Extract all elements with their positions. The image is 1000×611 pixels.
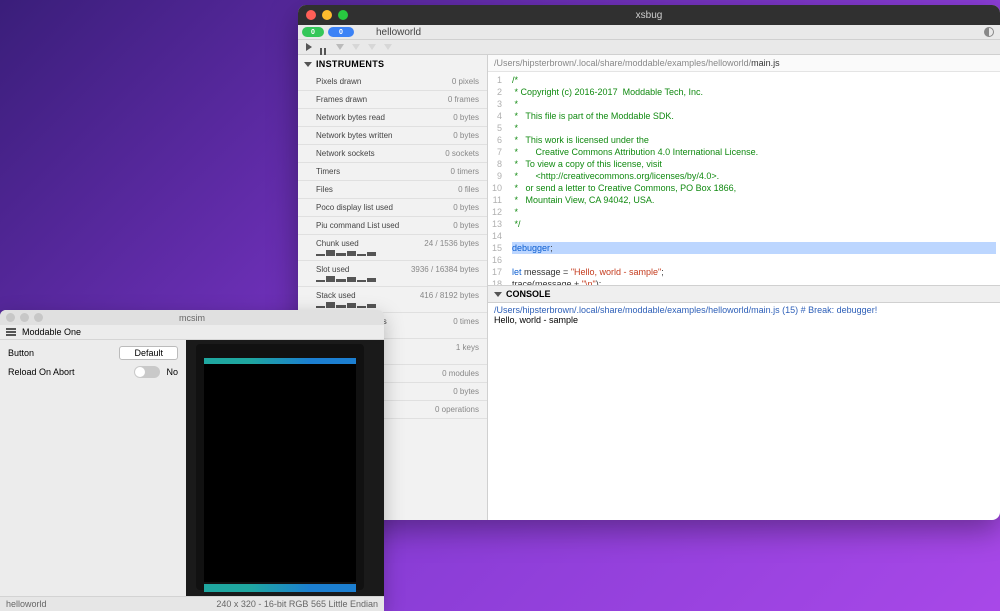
metric-label: Pixels drawn (316, 77, 361, 86)
metric-value: 0 timers (451, 167, 479, 176)
metric-label: Piu command List used (316, 221, 399, 230)
xsbug-titlebar[interactable]: xsbug (298, 5, 1000, 25)
metric-value: 0 bytes (453, 203, 479, 212)
metric-value: 0 frames (448, 95, 479, 104)
metric-label: Poco display list used (316, 203, 393, 212)
metric-row: Pixels drawn 0 pixels (298, 73, 487, 91)
status-bar: helloworld 240 x 320 - 16-bit RGB 565 Li… (0, 596, 384, 611)
metric-row: Network bytes written 0 bytes (298, 127, 487, 145)
tab-helloworld[interactable]: helloworld (376, 27, 421, 38)
machine-pill[interactable]: 0 (328, 27, 354, 37)
maximize-icon[interactable] (338, 10, 348, 20)
sparkline-icon (316, 276, 376, 282)
metric-value: 0 bytes (453, 221, 479, 230)
status-format: 240 x 320 - 16-bit RGB 565 Little Endian (216, 599, 378, 609)
metric-label: Stack used (316, 291, 356, 300)
stop-icon[interactable] (384, 44, 392, 50)
status-app: helloworld (6, 599, 47, 609)
window-title: mcsim (179, 313, 205, 323)
minimize-icon[interactable] (322, 10, 332, 20)
minimize-icon[interactable] (20, 313, 29, 322)
sparkline-icon (316, 250, 376, 256)
device-name: Moddable One (22, 327, 81, 337)
theme-toggle-icon[interactable] (984, 27, 994, 37)
reload-value: No (166, 367, 178, 377)
metric-value: 1 keys (456, 343, 479, 352)
metric-value: 0 bytes (453, 113, 479, 122)
editor-panel: /Users/hipsterbrown/.local/share/moddabl… (488, 55, 1000, 520)
breakpoint-count-pill[interactable]: 0 (302, 27, 324, 37)
chevron-down-icon (304, 62, 312, 67)
metric-value: 416 / 8192 bytes (420, 291, 479, 300)
reload-toggle[interactable] (134, 366, 160, 378)
mcsim-titlebar[interactable]: mcsim (0, 310, 384, 325)
metric-value: 0 bytes (453, 387, 479, 396)
metric-row: Files 0 files (298, 181, 487, 199)
metric-value: 0 modules (442, 369, 479, 378)
button-default[interactable]: Default (119, 346, 178, 360)
metric-value: 0 sockets (445, 149, 479, 158)
metric-label: Frames drawn (316, 95, 367, 104)
metric-row: Slot used 3936 / 16384 bytes (298, 261, 487, 287)
step-out-icon[interactable] (368, 44, 376, 50)
maximize-icon[interactable] (34, 313, 43, 322)
metric-row: Network bytes read 0 bytes (298, 109, 487, 127)
metric-row: Chunk used 24 / 1536 bytes (298, 235, 487, 261)
xsbug-window: xsbug 0 0 helloworld INSTRUMENTS Pixels … (298, 5, 1000, 520)
metric-label: Slot used (316, 265, 349, 274)
metric-label: Chunk used (316, 239, 359, 248)
device-bar: Moddable One (0, 325, 384, 340)
step-into-icon[interactable] (336, 44, 344, 50)
metric-value: 24 / 1536 bytes (424, 239, 479, 248)
metric-label: Timers (316, 167, 340, 176)
close-icon[interactable] (306, 10, 316, 20)
metric-label: Network sockets (316, 149, 375, 158)
metric-row: Timers 0 timers (298, 163, 487, 181)
metric-value: 3936 / 16384 bytes (411, 265, 479, 274)
metric-label: Network bytes written (316, 131, 392, 140)
console-output[interactable]: /Users/hipsterbrown/.local/share/moddabl… (488, 303, 1000, 520)
device-screen (196, 344, 364, 590)
console-header[interactable]: CONSOLE (488, 285, 1000, 303)
metric-value: 0 files (458, 185, 479, 194)
pause-icon[interactable] (320, 43, 328, 51)
instruments-header[interactable]: INSTRUMENTS (298, 55, 487, 73)
metric-label: Network bytes read (316, 113, 385, 122)
code-view[interactable]: 12345678910111213141516171819 /* * Copyr… (488, 72, 1000, 285)
xsbug-tabbar: 0 0 helloworld (298, 25, 1000, 40)
button-label: Button (8, 348, 34, 358)
metric-value: 0 pixels (452, 77, 479, 86)
metric-row: Frames drawn 0 frames (298, 91, 487, 109)
run-icon[interactable] (306, 43, 312, 51)
menu-icon[interactable] (6, 328, 16, 336)
reload-label: Reload On Abort (8, 367, 75, 377)
metric-value: 0 bytes (453, 131, 479, 140)
controls-panel: Button Default Reload On Abort No (0, 340, 186, 596)
close-icon[interactable] (6, 313, 15, 322)
step-over-icon[interactable] (352, 44, 360, 50)
metric-row: Poco display list used 0 bytes (298, 199, 487, 217)
metric-value: 0 operations (435, 405, 479, 414)
window-title: xsbug (636, 10, 663, 21)
metric-value: 0 times (453, 317, 479, 326)
debug-toolbar (298, 40, 1000, 55)
chevron-down-icon (494, 292, 502, 297)
metric-row: Piu command List used 0 bytes (298, 217, 487, 235)
metric-label: Files (316, 185, 333, 194)
file-path: /Users/hipsterbrown/.local/share/moddabl… (488, 55, 1000, 72)
metric-row: Network sockets 0 sockets (298, 145, 487, 163)
simulator-viewport[interactable] (186, 340, 384, 596)
mcsim-window: mcsim Moddable One Button Default Reload… (0, 310, 384, 611)
sparkline-icon (316, 302, 376, 308)
